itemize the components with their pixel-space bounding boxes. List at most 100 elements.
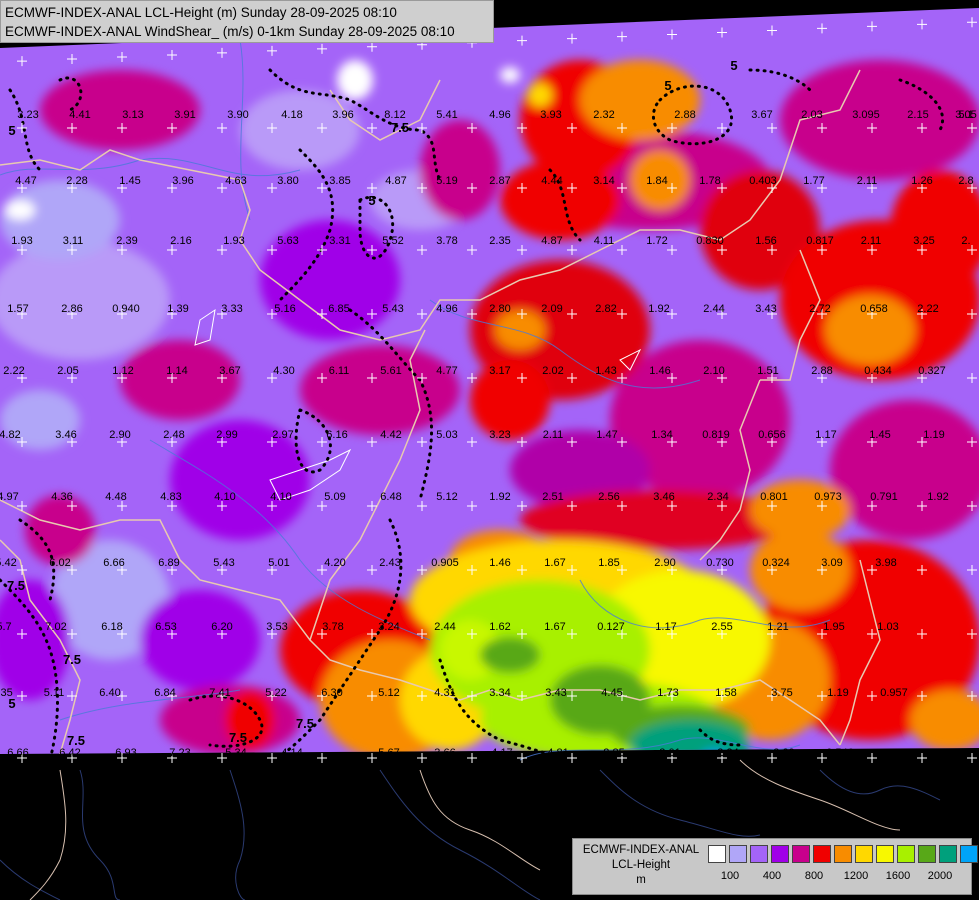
value-label: 3.33 [221,303,242,315]
value-label: 6.40 [99,687,120,699]
value-label: 3.78 [322,621,343,633]
value-label: 2.43 [379,557,400,569]
value-label: 1.85 [598,557,619,569]
value-label: 7.41 [209,687,230,699]
legend-title-line-1: ECMWF-INDEX-ANAL [582,844,700,856]
value-label: 4.47 [15,175,36,187]
value-label: 1.57 [7,303,28,315]
value-label: 3.96 [172,175,193,187]
legend-tick-label: 400 [762,870,782,882]
value-label: 0.730 [706,557,734,569]
value-label: 1.84 [646,175,667,187]
weather-map: 557.557.57.57.57.557.55 3.23 4.41 3.13 3.91… [0,0,979,900]
value-label: 3.23 [17,109,38,121]
value-label: 2.03 [801,109,822,121]
value-label: 2.01 [659,747,680,759]
value-label: 3.25 [913,235,934,247]
value-label: 2.09 [773,747,794,759]
value-label: 1.67 [544,557,565,569]
legend-title: ECMWF-INDEX-ANAL LCL-Height m [577,843,705,888]
value-label: 2.85 [603,747,624,759]
value-label: 2.05 [57,365,78,377]
value-label: 0.403 [749,175,777,187]
value-label: 4.83 [160,491,181,503]
value-label: 0.658 [860,303,888,315]
value-label: 5.43 [382,303,403,315]
value-label: 6.11 [329,365,350,377]
value-label: 2.56 [598,491,619,503]
value-label: 3.46 [653,491,674,503]
value-label: 1.38 [887,747,908,759]
value-label: 4.31 [434,687,455,699]
value-label: 5.11 [44,687,65,699]
legend-swatch [939,845,957,863]
value-label: 6.18 [101,621,122,633]
legend-tick-label: 100 [720,870,740,882]
value-label: 5.12 [378,687,399,699]
value-label: 1.46 [649,365,670,377]
value-label: 3.93 [540,109,561,121]
value-label: 3.14 [593,175,614,187]
value-label: 5.16 [274,303,295,315]
value-label: 4.63 [225,175,246,187]
value-label: 3.34 [489,687,510,699]
value-label: 2.16 [170,235,191,247]
value-label: 5.19 [436,175,457,187]
title-line-1: ECMWF-INDEX-ANAL LCL-Height (m) Sunday 2… [5,5,397,20]
value-label: 2. [961,235,970,247]
value-label: 5.34 [225,747,246,759]
value-label: 5.12 [436,491,457,503]
value-label: 2.55 [711,621,732,633]
value-label: 2.34 [707,491,728,503]
value-label: 4.77 [436,365,457,377]
value-label: 5.03 [436,429,457,441]
value-label: 4.96 [436,303,457,315]
contour-label: 7.5 [7,578,25,593]
value-label: 4.48 [105,491,126,503]
value-label: 0.434 [864,365,892,377]
legend-swatch [813,845,831,863]
value-label: 3.91 [174,109,195,121]
legend-swatches [708,845,979,863]
value-label: 4.97 [0,491,19,503]
value-label: 3.46 [55,429,76,441]
value-label: 5.41 [436,109,457,121]
value-label: 2.87 [489,175,510,187]
value-label: 0.973 [814,491,842,503]
value-label: 2.22 [917,303,938,315]
value-label: 6.66 [103,557,124,569]
value-label: 1.39 [167,303,188,315]
value-label: 3.85 [329,175,350,187]
contour-label: 7.5 [67,733,85,748]
value-label: 1.14 [166,365,187,377]
value-label: 2.72 [809,303,830,315]
legend-swatch [918,845,936,863]
value-label: 0.656 [758,429,786,441]
value-label: 1.46 [489,557,510,569]
value-label: 2.11 [857,175,878,187]
value-label: 4.36 [51,491,72,503]
value-label: 7.02 [45,621,66,633]
value-label: 4.82 [0,429,21,441]
value-label: 6.42 [59,747,80,759]
value-label: 3.67 [219,365,240,377]
value-label: 4.14 [281,747,302,759]
value-label: 3.67 [751,109,772,121]
value-label: 5.52 [382,235,403,247]
value-label: 1.45 [119,175,140,187]
value-label: 3.75 [771,687,792,699]
value-label: 6.20 [211,621,232,633]
value-label: 2.80 [489,303,510,315]
value-label: 6.89 [158,557,179,569]
value-label: 1.12 [112,365,133,377]
value-label: 6.48 [380,491,401,503]
value-label: 3.43 [545,687,566,699]
legend-swatch [834,845,852,863]
value-label: 2.51 [542,491,563,503]
value-label: 5.22 [265,687,286,699]
value-label: 2.8 [958,175,973,187]
value-label: 6.30 [321,687,342,699]
value-label: 1.47 [596,429,617,441]
value-label: 2.09 [541,303,562,315]
value-label: 2.44 [703,303,724,315]
